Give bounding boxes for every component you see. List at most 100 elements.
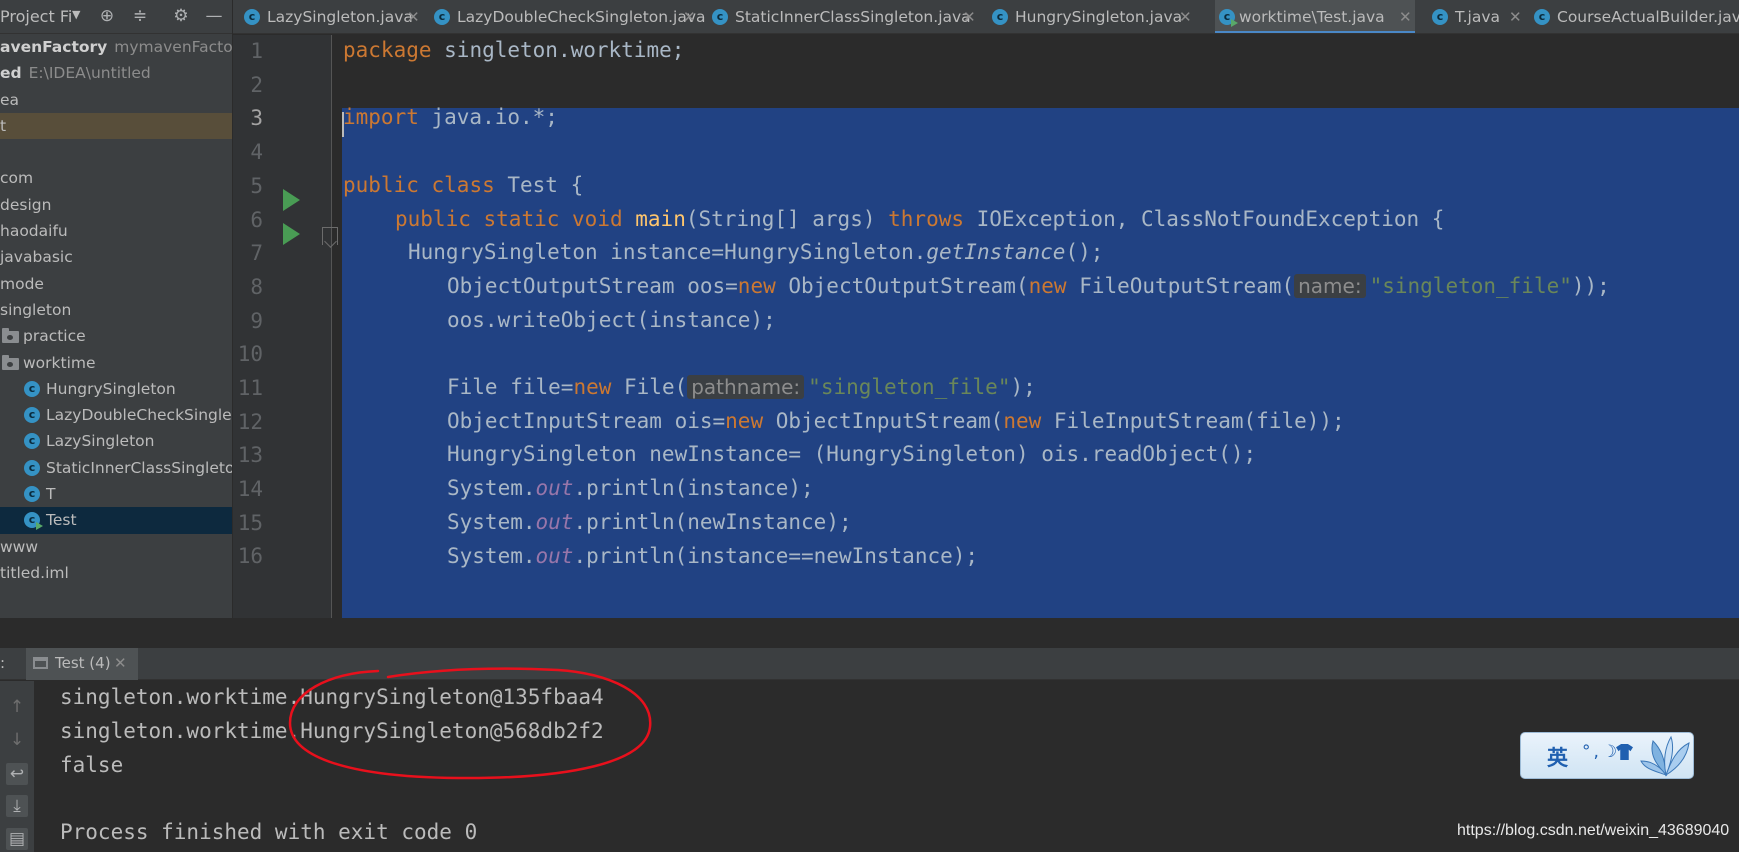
tree-item-lazydoublechecksingleton[interactable]: c LazyDoubleCheckSingleto xyxy=(0,402,232,428)
class-icon: c xyxy=(1534,9,1550,25)
line-number: 16 xyxy=(237,544,263,568)
hide-icon[interactable]: — xyxy=(203,5,225,27)
tree-item-src[interactable] xyxy=(0,139,232,165)
code-line-5: public class Test { xyxy=(343,173,584,197)
console-icon xyxy=(33,657,48,669)
tree-item-mavenfactory[interactable]: avenFactorymymavenFactory xyxy=(0,34,232,60)
code-line-13: HungrySingleton newInstance= (HungrySing… xyxy=(447,442,1257,466)
tree-item-practice[interactable]: practice xyxy=(0,323,232,349)
runnable-class-icon: c xyxy=(1219,9,1238,27)
soft-wrap-icon[interactable]: ↩ xyxy=(6,763,28,785)
tree-item-t[interactable]: c T xyxy=(0,481,232,507)
tree-item-lazysingleton[interactable]: c LazySingleton xyxy=(0,428,232,454)
close-icon[interactable]: ✕ xyxy=(1179,0,1192,33)
ime-punctuation-toggle[interactable]: °,☽ xyxy=(1582,742,1620,762)
scroll-to-end-icon[interactable]: ⤓ xyxy=(6,795,28,817)
line-number: 8 xyxy=(250,275,263,299)
class-icon: c xyxy=(992,9,1008,25)
class-icon: c xyxy=(712,9,728,25)
tree-item-www[interactable]: www xyxy=(0,534,232,560)
red-annotation-circle xyxy=(288,667,652,780)
tab-hungrysingleton[interactable]: c HungrySingleton.java ✕ xyxy=(981,0,1197,33)
gear-icon[interactable]: ⚙ xyxy=(170,5,192,27)
collapse-all-icon[interactable]: ≑ xyxy=(129,5,151,27)
close-icon[interactable]: ✕ xyxy=(1509,0,1522,33)
line-number: 4 xyxy=(250,140,263,164)
line-number: 12 xyxy=(237,410,263,434)
class-icon: c xyxy=(1432,9,1448,25)
line-number: 11 xyxy=(237,376,263,400)
line-number: 2 xyxy=(250,73,263,97)
flower-icon xyxy=(1640,735,1690,777)
line-number: 13 xyxy=(237,443,263,467)
tree-item-mode[interactable]: mode xyxy=(0,271,232,297)
line-number: 3 xyxy=(250,106,263,130)
folder-icon xyxy=(2,328,19,344)
ime-toolbar[interactable]: 英 °,☽ xyxy=(1520,732,1694,779)
tree-item-untitled-iml[interactable]: titled.iml xyxy=(0,560,232,586)
tree-item-singleton[interactable]: singleton xyxy=(0,297,232,323)
chevron-down-icon[interactable]: ▼ xyxy=(72,8,80,21)
tree-item-idea[interactable]: ea xyxy=(0,87,232,113)
console-line: Process finished with exit code 0 xyxy=(60,820,478,844)
print-icon[interactable]: ▤ xyxy=(6,828,28,850)
tree-item-out[interactable]: t xyxy=(0,112,232,140)
tab-t[interactable]: c T.java ✕ xyxy=(1421,0,1531,33)
line-number: 15 xyxy=(237,511,263,535)
code-line-16: System.out.println(instance==newInstance… xyxy=(447,544,979,568)
line-number: 10 xyxy=(237,342,263,366)
class-icon: c xyxy=(434,9,450,25)
code-line-15: System.out.println(newInstance); xyxy=(447,510,852,534)
console-line: false xyxy=(60,753,124,777)
line-number: 5 xyxy=(250,174,263,198)
close-icon[interactable]: ✕ xyxy=(963,0,976,33)
watermark: https://blog.csdn.net/weixin_43689040 xyxy=(1457,822,1730,839)
line-number: 9 xyxy=(250,309,263,333)
locate-icon[interactable]: ⊕ xyxy=(96,5,118,27)
class-icon: c xyxy=(24,433,40,450)
tree-item-design[interactable]: design xyxy=(0,192,232,218)
line-number: 1 xyxy=(250,39,263,63)
code-line-3: import java.io.*; xyxy=(343,105,558,129)
project-panel: Project Fi ▼ ⊕ ≑ ⚙ — avenFactory mymavenF… xyxy=(0,0,232,648)
project-tree: avenFactorymymavenFactory edE:\IDEA\unti… xyxy=(0,34,232,586)
editor-tab-bar: c LazySingleton.java ✕ c LazyDoubleCheck… xyxy=(233,0,1739,34)
tab-lazydoublechecksingleton[interactable]: c LazyDoubleCheckSingleton.java ✕ xyxy=(423,0,705,33)
close-icon[interactable]: ✕ xyxy=(1399,0,1412,33)
tree-item-worktime[interactable]: worktime xyxy=(0,350,232,376)
tab-staticinnerclasssingleton[interactable]: c StaticInnerClassSingleton.java ✕ xyxy=(701,0,981,33)
class-icon: c xyxy=(24,459,40,476)
tree-item-staticinnerclasssingleton[interactable]: c StaticInnerClassSingleton xyxy=(0,455,232,481)
tab-test[interactable]: c worktime\Test.java ✕ xyxy=(1215,0,1415,33)
close-icon[interactable]: ✕ xyxy=(683,0,696,33)
code-line-14: System.out.println(instance); xyxy=(447,476,814,500)
arrow-down-icon[interactable]: ↓ xyxy=(6,729,28,751)
ime-language-toggle[interactable]: 英 xyxy=(1547,742,1568,772)
line-number: 7 xyxy=(250,241,263,265)
class-icon: c xyxy=(24,380,40,397)
editor-bottom-strip xyxy=(0,618,1739,648)
code-editor[interactable]: 1 2 3 4 5 6 7 8 9 10 11 12 13 14 15 16 p… xyxy=(233,35,1739,618)
tab-lazysingleton[interactable]: c LazySingleton.java ✕ xyxy=(233,0,423,33)
project-view-selector[interactable]: Project Fi xyxy=(0,7,72,26)
code-line-6: public static void main(String[] args) t… xyxy=(395,207,1445,231)
close-icon[interactable]: ✕ xyxy=(407,0,420,33)
close-icon[interactable]: ✕ xyxy=(114,654,127,672)
run-tab-test[interactable]: Test (4) ✕ xyxy=(26,648,138,680)
tree-item-untitled[interactable]: ed E:\IDEA\untitled xyxy=(0,60,232,86)
tab-courseactualbuilder[interactable]: c CourseActualBuilder.java xyxy=(1523,0,1739,33)
run-main-icon[interactable] xyxy=(283,223,300,245)
code-line-12: ObjectInputStream ois=new ObjectInputStr… xyxy=(447,409,1345,433)
tree-item-com[interactable]: com xyxy=(0,165,232,191)
tree-item-javabasic[interactable]: javabasic xyxy=(0,244,232,270)
code-line-8: ObjectOutputStream oos=new ObjectOutputS… xyxy=(447,274,1610,298)
tree-item-haodaifu[interactable]: haodaifu xyxy=(0,218,232,244)
fold-icon[interactable] xyxy=(322,227,338,245)
run-panel-header: : Test (4) ✕ xyxy=(0,648,1739,680)
arrow-up-icon[interactable]: ↑ xyxy=(6,696,28,718)
project-toolbar: Project Fi ▼ ⊕ ≑ ⚙ — xyxy=(0,0,232,34)
tree-item-hungrysingleton[interactable]: c HungrySingleton xyxy=(0,376,232,402)
tree-item-test[interactable]: c Test xyxy=(0,507,232,534)
run-class-icon[interactable] xyxy=(283,189,300,211)
code-line-9: oos.writeObject(instance); xyxy=(447,308,776,332)
